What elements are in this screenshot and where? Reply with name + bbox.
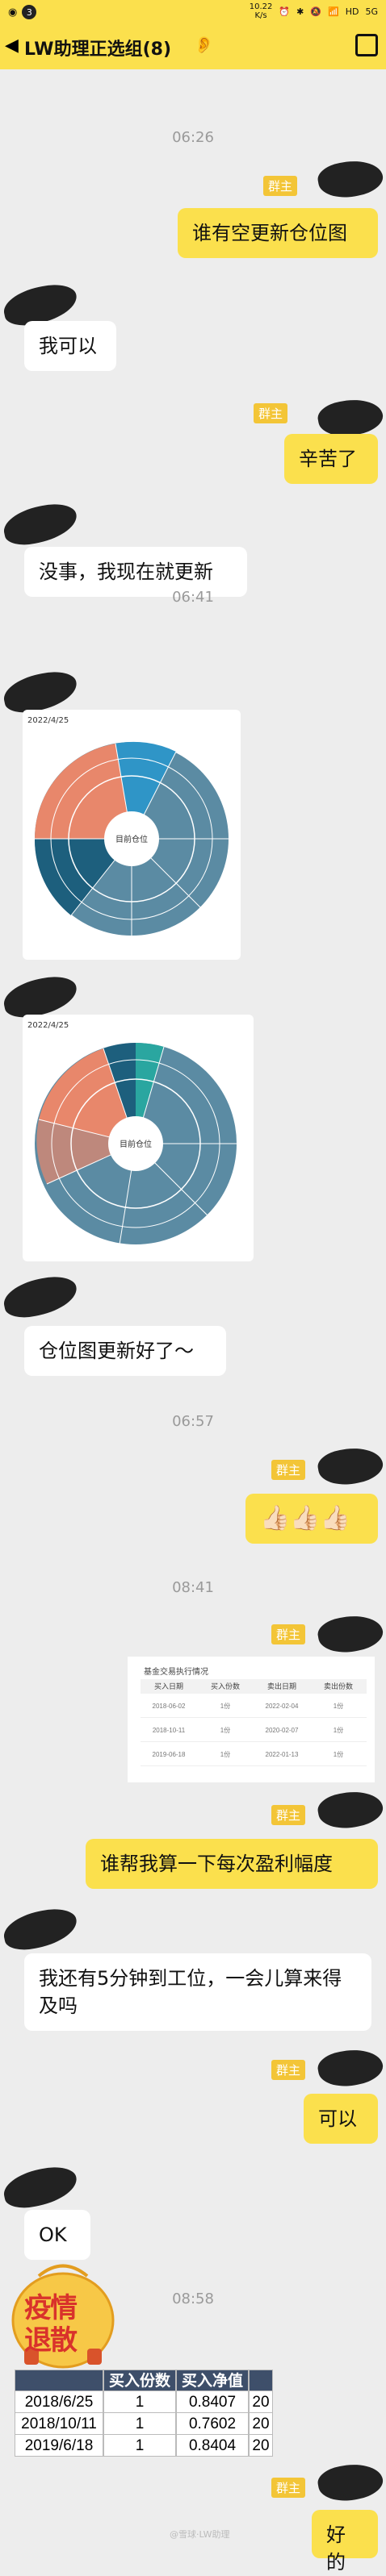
price-table-image[interactable]: 买入份数 买入净值 2018/6/25 1 0.8407 20 2018/10/11 1 0…	[15, 2370, 273, 2457]
table-row: 2018-06-02 1份 2022-02-04 1份	[141, 1695, 367, 1718]
table-row: 2019/6/18 1 0.8404 20	[15, 2435, 273, 2457]
admin-badge: 群主	[262, 176, 297, 196]
avatar[interactable]	[315, 156, 386, 202]
message-bubble[interactable]: 辛苦了	[284, 434, 378, 484]
table-row: 2019-06-18 1份 2022-01-13 1份	[141, 1744, 367, 1766]
wifi-icon: 📶	[328, 6, 339, 17]
network-speed: 10.22 K/s	[249, 2, 273, 20]
chart-center-label: 目前仓位	[115, 834, 148, 844]
sunburst-chart: 目前仓位	[35, 1043, 237, 1245]
table-row: 2018/6/25 1 0.8407 20	[15, 2391, 273, 2413]
avatar[interactable]	[315, 1443, 386, 1490]
table-row: 2018-10-11 1份 2020-02-07 1份	[141, 1719, 367, 1742]
position-chart-image[interactable]: 2022/4/25 目前仓位	[23, 1015, 254, 1261]
chat-header: ◀ LW助理正选组(8) 👂	[0, 24, 386, 69]
watermark: @雪球·LW助理	[170, 2529, 230, 2540]
epidemic-sticker: 疫情 退散	[6, 2252, 120, 2373]
avatar[interactable]	[0, 498, 81, 550]
admin-badge: 群主	[253, 403, 287, 423]
chat-menu-icon[interactable]	[355, 34, 378, 56]
time-divider: 06:57	[172, 1413, 214, 1430]
admin-badge: 群主	[271, 2478, 305, 2498]
message-bubble[interactable]: 谁帮我算一下每次盈利幅度	[86, 1839, 378, 1889]
notification-badge: 3	[22, 5, 37, 19]
admin-badge: 群主	[271, 1460, 305, 1480]
earpiece-mode-icon: 👂	[194, 35, 214, 54]
avatar[interactable]	[0, 2161, 81, 2213]
avatar[interactable]	[315, 1786, 386, 1833]
chat-title: LW助理正选组(8)	[24, 40, 171, 60]
bluetooth-icon: ✱	[296, 6, 304, 17]
message-bubble[interactable]: 👍🏻👍🏻👍🏻	[245, 1494, 378, 1544]
message-bubble[interactable]: 好的	[312, 2510, 378, 2574]
table-row: 2018/10/11 1 0.7602 20	[15, 2413, 273, 2435]
hd-label: HD	[345, 6, 359, 17]
alarm-icon: ⏰	[279, 6, 291, 17]
sunburst-chart: 目前仓位	[34, 741, 229, 936]
message-bubble[interactable]: 可以	[304, 2094, 378, 2144]
avatar[interactable]	[315, 1611, 386, 1657]
nav-circle-icon: ◉	[8, 6, 18, 19]
message-bubble[interactable]: 我可以	[24, 321, 116, 371]
time-divider: 06:26	[172, 129, 214, 146]
table-header: 买入份数 买入净值	[15, 2370, 273, 2391]
message-bubble[interactable]: 仓位图更新好了～	[24, 1326, 226, 1376]
admin-badge: 群主	[271, 1624, 305, 1644]
table-header: 买入日期 买入份数 卖出日期 卖出份数	[141, 1679, 367, 1694]
chart-center-label: 目前仓位	[120, 1139, 152, 1149]
time-divider: 08:41	[172, 1579, 214, 1596]
back-icon[interactable]: ◀	[5, 35, 19, 56]
position-chart-image[interactable]: 2022/4/25 目前仓位	[23, 710, 241, 960]
trade-table-image[interactable]: 基金交易执行情况 买入日期 买入份数 卖出日期 卖出份数 2018-06-02 1份 20…	[128, 1657, 375, 1782]
signal-label: 5G	[365, 6, 378, 17]
avatar[interactable]	[315, 2045, 386, 2091]
admin-badge: 群主	[271, 2060, 305, 2080]
avatar[interactable]	[315, 2459, 386, 2506]
time-divider: 06:41	[172, 589, 214, 606]
status-bar: ◉ 3 10.22 K/s ⏰ ✱ 🔕 📶 HD 5G	[0, 0, 386, 24]
avatar[interactable]	[0, 1271, 81, 1323]
admin-badge: 群主	[271, 1805, 305, 1825]
message-bubble[interactable]: 我还有5分钟到工位，一会儿算来得及吗	[24, 1953, 371, 2031]
mute-icon: 🔕	[310, 6, 322, 17]
avatar[interactable]	[0, 1903, 81, 1955]
message-bubble[interactable]: 谁有空更新仓位图	[178, 208, 378, 258]
